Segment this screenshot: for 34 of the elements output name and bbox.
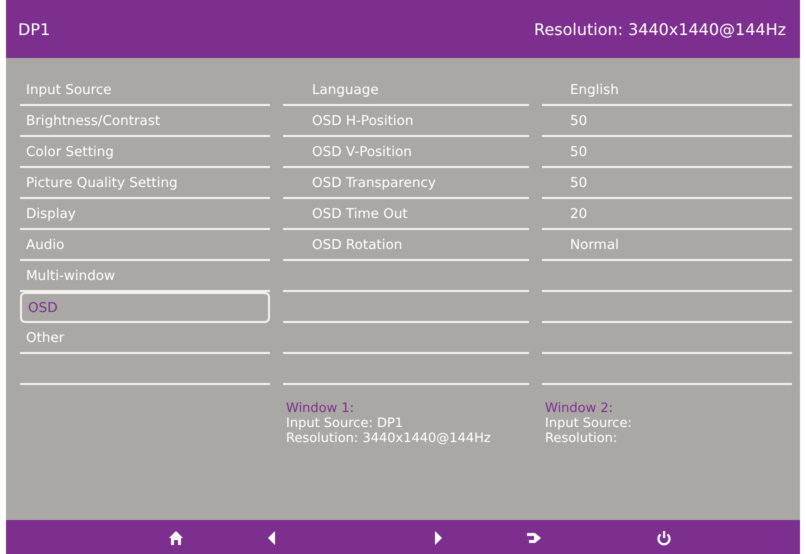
right-arrow-icon[interactable] — [435, 531, 442, 545]
window-info: Resolution: 3440x1440@144Hz — [286, 431, 492, 446]
setting-label[interactable]: Language — [283, 75, 529, 106]
menu-item[interactable]: Picture Quality Setting — [20, 168, 270, 199]
window-title: Window 2: — [545, 401, 614, 416]
setting-label[interactable]: OSD Rotation — [283, 230, 529, 261]
menu-item[interactable]: Multi-window — [20, 261, 270, 292]
menu-item[interactable]: Other — [20, 323, 270, 354]
left-arrow-icon[interactable] — [268, 531, 275, 545]
power-icon[interactable] — [657, 531, 671, 546]
window-title: Window 1: — [286, 401, 356, 416]
setting-label[interactable]: OSD V-Position — [283, 137, 529, 168]
menu-item[interactable]: Brightness/Contrast — [20, 106, 270, 137]
menu-item[interactable]: Display — [20, 199, 270, 230]
resolution-label: Resolution: 3440x1440@144Hz — [534, 20, 786, 38]
menu-item[interactable]: Color Setting — [20, 137, 270, 168]
window-info: Input Source: — [545, 416, 633, 431]
setting-value: Normal — [542, 230, 792, 261]
home-icon[interactable] — [169, 531, 183, 545]
setting-value: English — [542, 75, 792, 106]
setting-label[interactable]: OSD Transparency — [283, 168, 529, 199]
menu-item[interactable]: Input Source — [20, 75, 270, 106]
enter-icon[interactable] — [527, 533, 541, 543]
menu-item[interactable]: Audio — [20, 230, 270, 261]
input-source-title: DP1 — [18, 20, 50, 38]
setting-value: 50 — [542, 106, 792, 137]
window-info: Input Source: DP1 — [286, 416, 404, 431]
setting-value: 50 — [542, 168, 792, 199]
setting-label[interactable]: OSD Time Out — [283, 199, 529, 230]
menu-item[interactable]: OSD — [20, 292, 270, 323]
window-info: Resolution: — [545, 431, 618, 446]
setting-value: 50 — [542, 137, 792, 168]
setting-label[interactable]: OSD H-Position — [283, 106, 529, 137]
setting-value: 20 — [542, 199, 792, 230]
